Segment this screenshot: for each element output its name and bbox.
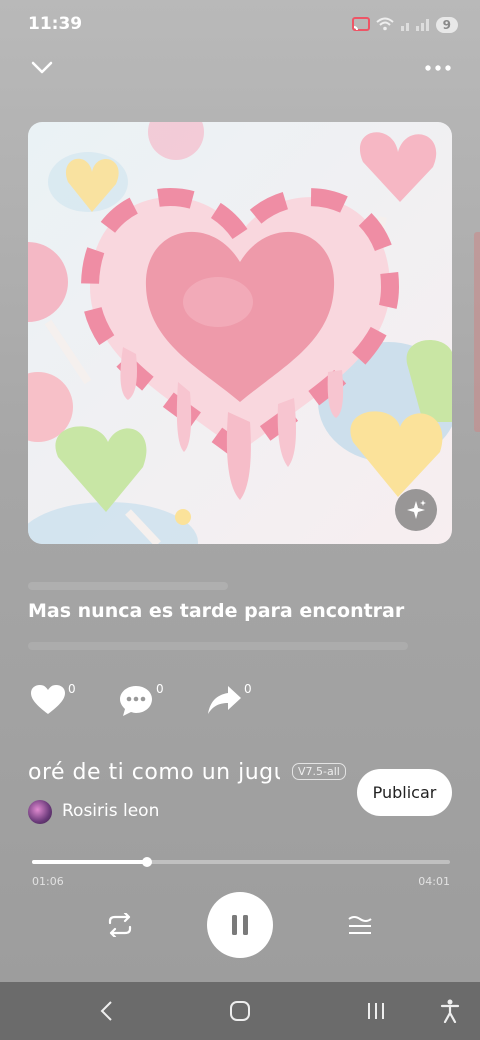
comment-count: 0 (156, 682, 164, 696)
nav-back-button[interactable] (86, 992, 126, 1030)
avatar[interactable] (28, 800, 52, 824)
chevron-down-icon (31, 61, 53, 74)
like-count: 0 (68, 682, 76, 696)
ai-sparkle-button[interactable] (395, 489, 437, 531)
comment-bubble-icon (120, 686, 152, 716)
share-button[interactable]: 0 (206, 682, 252, 724)
battery-indicator: 9 (435, 17, 458, 33)
home-icon (230, 1001, 250, 1021)
pause-icon (232, 915, 248, 935)
total-time: 04:01 (418, 875, 450, 888)
status-time: 11:39 (28, 14, 83, 34)
elapsed-time: 01:06 (32, 875, 64, 888)
share-arrow-icon (208, 686, 241, 714)
collapse-button[interactable] (24, 52, 60, 84)
accessibility-icon (440, 999, 460, 1023)
repeat-button[interactable] (100, 905, 140, 945)
progress-knob[interactable] (142, 857, 152, 867)
like-button[interactable]: 0 (30, 682, 76, 724)
status-icons: 9 (351, 14, 458, 36)
share-count: 0 (244, 682, 252, 696)
lyric-next-line (28, 642, 408, 650)
sparkle-icon (407, 500, 426, 519)
recents-icon (368, 1003, 384, 1019)
nav-recents-button[interactable] (356, 992, 396, 1030)
comment-button[interactable]: 0 (118, 682, 164, 724)
comment-marquee-text: oré de ti como un jugu (28, 760, 280, 785)
lyric-current-line[interactable]: Mas nunca es tarde para encontrar (28, 600, 404, 622)
more-options-button[interactable] (420, 52, 456, 84)
progress-fill (32, 860, 147, 864)
user-name[interactable]: Rosiris leon (62, 801, 159, 821)
back-chevron-icon (100, 1001, 112, 1021)
heart-icon (31, 685, 65, 714)
pause-button[interactable] (207, 892, 273, 958)
publish-button[interactable]: Publicar (357, 769, 452, 816)
accessibility-button[interactable] (430, 992, 470, 1030)
cast-icon (351, 16, 370, 35)
album-artwork[interactable] (28, 122, 452, 544)
playlist-button[interactable] (340, 905, 380, 945)
wifi-icon (375, 16, 394, 35)
signal-icon (400, 16, 430, 35)
playlist-icon (348, 916, 372, 934)
repeat-icon (108, 913, 132, 937)
side-scroll-indicator (474, 232, 480, 432)
version-badge: V7.5-all (292, 763, 346, 780)
lyric-previous-line (28, 582, 228, 590)
more-dots-icon (425, 65, 451, 71)
comment-marquee[interactable]: oré de ti como un jugu (28, 760, 280, 794)
nav-home-button[interactable] (220, 992, 260, 1030)
